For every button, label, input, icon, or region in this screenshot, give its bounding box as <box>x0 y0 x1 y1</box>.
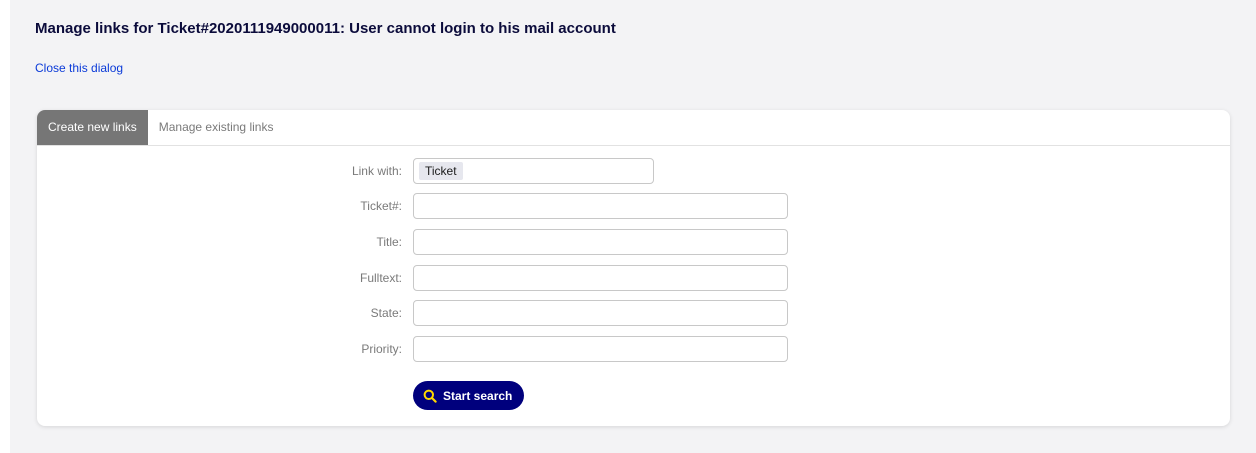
priority-label: Priority: <box>361 342 402 356</box>
title-input[interactable] <box>413 229 788 255</box>
tab-bar: Create new links Manage existing links <box>37 110 284 145</box>
link-with-label: Link with: <box>351 164 402 178</box>
ticket-number-input[interactable] <box>413 193 788 219</box>
tab-create-new-links[interactable]: Create new links <box>37 110 148 145</box>
create-links-panel: Link with: Ticket Ticket#: Title: Fullte… <box>37 145 1230 426</box>
dialog-title: Manage links for Ticket#2020111949000011… <box>35 20 616 37</box>
state-label: State: <box>370 306 402 320</box>
search-icon <box>423 389 437 403</box>
fulltext-input[interactable] <box>413 265 788 291</box>
start-search-label: Start search <box>443 388 513 403</box>
state-input[interactable] <box>413 300 788 326</box>
link-with-selected-value: Ticket <box>419 162 463 180</box>
tab-manage-existing-links[interactable]: Manage existing links <box>148 110 285 145</box>
priority-input[interactable] <box>413 336 788 362</box>
dialog-page: Manage links for Ticket#2020111949000011… <box>10 0 1256 453</box>
close-dialog-link[interactable]: Close this dialog <box>35 61 123 75</box>
ticket-number-label: Ticket#: <box>360 199 402 213</box>
link-with-select[interactable]: Ticket <box>413 158 654 184</box>
title-label: Title: <box>376 235 402 249</box>
fulltext-label: Fulltext: <box>359 271 402 285</box>
link-card: Create new links Manage existing links L… <box>37 110 1230 426</box>
start-search-button[interactable]: Start search <box>413 381 525 410</box>
